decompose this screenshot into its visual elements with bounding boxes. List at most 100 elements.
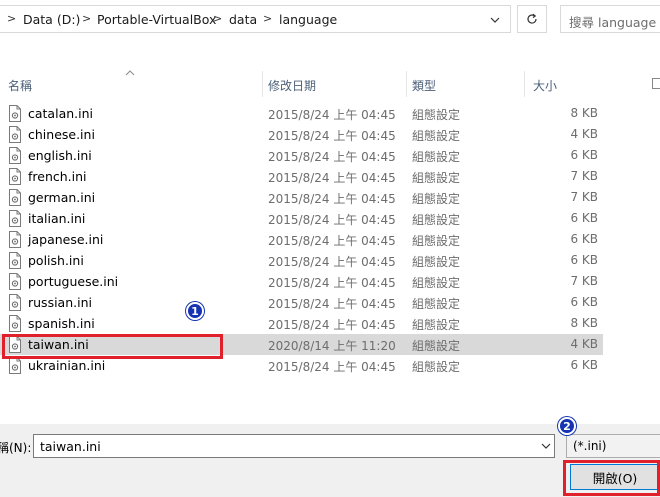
file-type: 組態設定 [412,171,461,185]
refresh-button[interactable] [517,5,547,33]
file-size: 6 KB [570,211,598,225]
filename-input[interactable] [33,434,555,458]
config-file-icon [9,294,21,311]
file-name: french.ini [28,169,87,184]
file-size: 7 KB [570,274,598,288]
search-input[interactable]: 搜尋 language [560,5,660,33]
column-divider[interactable] [406,71,407,97]
file-size: 4 KB [570,337,598,351]
breadcrumb-drive[interactable]: Data (D:) [23,12,80,27]
file-row[interactable]: spanish.ini 2015/8/24 上午 04:45 組態設定 8 KB [0,313,603,334]
file-modified: 2015/8/24 上午 04:45 [268,318,396,332]
file-name: italian.ini [28,211,86,226]
column-header-size[interactable]: 大小 [533,77,557,94]
file-name: polish.ini [28,253,84,268]
file-name: german.ini [28,190,96,205]
file-row[interactable]: russian.ini 2015/8/24 上午 04:45 組態設定 6 KB [0,292,603,313]
dialog-footer: 稱(N): (*.ini) 開啟(O) [0,424,660,497]
address-history-dropdown[interactable] [484,10,506,30]
file-type: 組態設定 [412,318,461,332]
config-file-icon [9,210,21,227]
address-bar[interactable]: > Data (D:) > Portable-VirtualBox > data… [0,5,511,33]
file-size: 6 KB [570,295,598,309]
column-header-name[interactable]: 名稱 [8,77,32,94]
step-badge-1: 1 [186,302,204,320]
breadcrumb-separator[interactable]: > [7,12,16,25]
column-header-row: 名稱 修改日期 類型 大小 [0,71,660,97]
file-modified: 2015/8/24 上午 04:45 [268,213,396,227]
file-size: 6 KB [570,253,598,267]
config-file-icon [9,189,21,206]
file-size: 6 KB [570,232,598,246]
file-row[interactable]: catalan.ini 2015/8/24 上午 04:45 組態設定 8 KB [0,103,603,124]
file-modified: 2015/8/24 上午 04:45 [268,360,396,374]
file-modified: 2015/8/24 上午 04:45 [268,171,396,185]
file-size: 4 KB [570,127,598,141]
file-name: ukrainian.ini [28,358,106,373]
file-row[interactable]: english.ini 2015/8/24 上午 04:45 組態設定 6 KB [0,145,603,166]
file-type: 組態設定 [412,297,461,311]
breadcrumb-portable-virtualbox[interactable]: Portable-VirtualBox [97,12,216,27]
breadcrumb-separator[interactable]: > [213,12,222,25]
file-modified: 2015/8/24 上午 04:45 [268,192,396,206]
file-type: 組態設定 [412,150,461,164]
file-modified: 2015/8/24 上午 04:45 [268,276,396,290]
file-row[interactable]: german.ini 2015/8/24 上午 04:45 組態設定 7 KB [0,187,603,208]
file-type: 組態設定 [412,339,461,353]
file-name: russian.ini [28,295,92,310]
config-file-icon [9,273,21,290]
file-modified: 2015/8/24 上午 04:45 [268,129,396,143]
file-row[interactable]: portuguese.ini 2015/8/24 上午 04:45 組態設定 7 KB [0,271,603,292]
file-type: 組態設定 [412,234,461,248]
step-badge-2: 2 [558,417,576,435]
column-header-modified[interactable]: 修改日期 [268,77,316,94]
config-file-icon [9,357,21,374]
file-row[interactable]: ukrainian.ini 2015/8/24 上午 04:45 組態設定 6 KB [0,355,603,376]
file-row[interactable]: french.ini 2015/8/24 上午 04:45 組態設定 7 KB [0,166,603,187]
column-header-type[interactable]: 類型 [412,77,436,94]
file-size: 8 KB [570,106,598,120]
breadcrumb-separator[interactable]: > [82,12,91,25]
chevron-down-icon [490,17,500,23]
file-modified: 2015/8/24 上午 04:45 [268,108,396,122]
filename-label: 稱(N): [0,441,32,455]
file-row[interactable]: polish.ini 2015/8/24 上午 04:45 組態設定 6 KB [0,250,603,271]
file-name: japanese.ini [28,232,104,247]
chevron-down-icon [541,443,551,449]
breadcrumb-language[interactable]: language [279,12,337,27]
filename-dropdown[interactable] [538,435,554,457]
file-type: 組態設定 [412,108,461,122]
file-name: chinese.ini [28,127,95,142]
search-placeholder: 搜尋 language [569,15,657,30]
file-name: taiwan.ini [28,337,89,352]
breadcrumb-separator[interactable]: > [263,12,272,25]
file-modified: 2015/8/24 上午 04:45 [268,150,396,164]
file-name: english.ini [28,148,92,163]
file-name: spanish.ini [28,316,95,331]
config-file-icon [9,105,21,122]
file-row[interactable]: italian.ini 2015/8/24 上午 04:45 組態設定 6 KB [0,208,603,229]
file-name: catalan.ini [28,106,93,121]
config-file-icon [9,315,21,332]
file-size: 8 KB [570,316,598,330]
open-button[interactable]: 開啟(O) [570,464,660,490]
breadcrumb-data[interactable]: data [229,12,257,27]
file-row[interactable]: taiwan.ini 2020/8/14 上午 11:20 組態設定 4 KB [0,334,603,355]
file-row[interactable]: chinese.ini 2015/8/24 上午 04:45 組態設定 4 KB [0,124,603,145]
config-file-icon [9,168,21,185]
file-type-filter[interactable]: (*.ini) [566,434,660,458]
file-size: 6 KB [570,358,598,372]
file-row[interactable]: japanese.ini 2015/8/24 上午 04:45 組態設定 6 KB [0,229,603,250]
select-all-checkbox[interactable] [652,78,660,89]
file-size: 6 KB [570,148,598,162]
file-size: 7 KB [570,190,598,204]
refresh-icon [527,13,537,24]
file-type: 組態設定 [412,276,461,290]
column-divider[interactable] [524,71,525,97]
file-type: 組態設定 [412,192,461,206]
column-divider[interactable] [262,71,263,97]
address-row: > Data (D:) > Portable-VirtualBox > data… [0,0,660,38]
file-type: 組態設定 [412,255,461,269]
config-file-icon [9,252,21,269]
file-modified: 2015/8/24 上午 04:45 [268,234,396,248]
